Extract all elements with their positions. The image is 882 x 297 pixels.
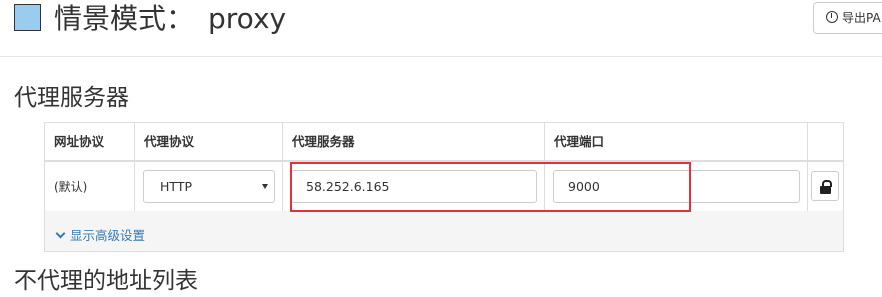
advanced-settings-row — [45, 211, 843, 251]
dropdown-caret-icon — [262, 184, 268, 189]
profile-name: proxy — [208, 2, 287, 35]
lock-button[interactable] — [811, 171, 839, 201]
page-title: 情景模式： proxy — [54, 0, 286, 38]
advanced-settings-label: 显示高级设置 — [70, 228, 146, 243]
page-header: 情景模式： proxy 导出PA — [0, 0, 882, 57]
proxy-protocol-select[interactable]: HTTP — [143, 170, 275, 203]
profile-color-swatch — [14, 4, 41, 31]
column-header-actions — [808, 123, 843, 161]
column-header-scheme: 网址协议 — [45, 123, 135, 161]
scheme-label: (默认) — [54, 180, 88, 194]
chevron-down-icon — [55, 228, 66, 239]
proxy-servers-heading: 代理服务器 — [14, 85, 129, 111]
column-header-protocol: 代理协议 — [135, 123, 283, 161]
highlight-box — [290, 162, 691, 212]
page-title-prefix: 情景模式： — [54, 2, 195, 35]
show-advanced-settings-link[interactable]: 显示高级设置 — [55, 225, 145, 244]
export-button-label: 导出PA — [842, 11, 881, 25]
column-header-port: 代理端口 — [545, 123, 808, 161]
column-header-server: 代理服务器 — [283, 123, 545, 161]
proxy-protocol-value: HTTP — [160, 179, 192, 194]
bypass-list-heading: 不代理的地址列表 — [14, 268, 198, 294]
download-circle-icon — [826, 11, 838, 23]
export-pac-button[interactable]: 导出PA — [813, 2, 882, 34]
